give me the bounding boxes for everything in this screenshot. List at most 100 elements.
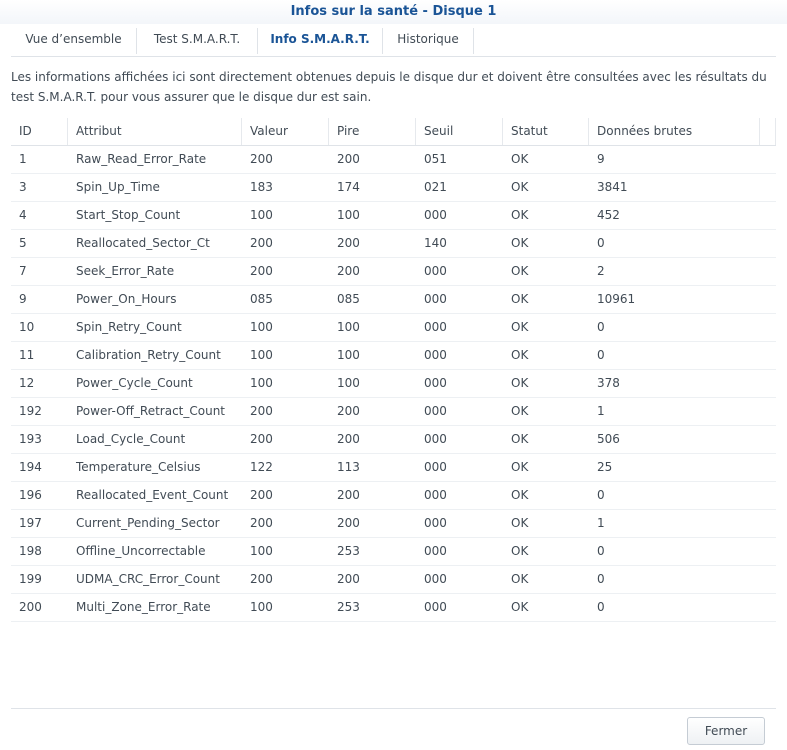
column-header-raw-data[interactable]: Données brutes <box>589 118 760 145</box>
column-header-attribute[interactable]: Attribut <box>68 118 242 145</box>
column-header-value[interactable]: Valeur <box>242 118 329 145</box>
cell-value: 100 <box>250 376 273 390</box>
cell-attribute: Power_On_Hours <box>76 292 177 306</box>
table-row[interactable]: 4 Start_Stop_Count 100 100 000 OK 452 <box>11 202 776 230</box>
description-text: Les informations affichées ici sont dire… <box>11 70 767 104</box>
cell-raw-data: 378 <box>597 376 620 390</box>
cell-attribute: UDMA_CRC_Error_Count <box>76 572 220 586</box>
table-row[interactable]: 196 Reallocated_Event_Count 200 200 000 OK 0 <box>11 482 776 510</box>
table-row[interactable]: 10 Spin_Retry_Count 100 100 000 OK 0 <box>11 314 776 342</box>
cell-value: 085 <box>250 292 273 306</box>
table-row[interactable]: 199 UDMA_CRC_Error_Count 200 200 000 OK 0 <box>11 566 776 594</box>
cell-value: 200 <box>250 404 273 418</box>
table-row[interactable]: 200 Multi_Zone_Error_Rate 100 253 000 OK 0 <box>11 594 776 622</box>
cell-threshold: 000 <box>424 208 447 222</box>
cell-attribute: Calibration_Retry_Count <box>76 348 221 362</box>
tab-overview[interactable]: Vue d’ensemble <box>11 26 136 52</box>
cell-threshold: 000 <box>424 460 447 474</box>
cell-raw-data: 9 <box>597 152 605 166</box>
cell-raw-data: 506 <box>597 432 620 446</box>
cell-value: 200 <box>250 572 273 586</box>
column-header-id[interactable]: ID <box>11 118 68 145</box>
cell-status: OK <box>511 404 529 418</box>
cell-threshold: 000 <box>424 572 447 586</box>
cell-worst: 200 <box>337 404 360 418</box>
cell-threshold: 000 <box>424 404 447 418</box>
cell-attribute: Reallocated_Sector_Ct <box>76 236 210 250</box>
cell-threshold: 140 <box>424 236 447 250</box>
table-row[interactable]: 5 Reallocated_Sector_Ct 200 200 140 OK 0 <box>11 230 776 258</box>
column-header-filler <box>760 118 776 145</box>
tab-bar: Vue d’ensemble Test S.M.A.R.T. Info S.M.… <box>11 24 776 57</box>
cell-status: OK <box>511 600 529 614</box>
cell-threshold: 000 <box>424 488 447 502</box>
cell-threshold: 051 <box>424 152 447 166</box>
cell-threshold: 000 <box>424 544 447 558</box>
cell-worst: 100 <box>337 348 360 362</box>
cell-threshold: 000 <box>424 600 447 614</box>
cell-status: OK <box>511 208 529 222</box>
cell-worst: 200 <box>337 516 360 530</box>
table-row[interactable]: 9 Power_On_Hours 085 085 000 OK 10961 <box>11 286 776 314</box>
cell-raw-data: 0 <box>597 600 605 614</box>
table-row[interactable]: 197 Current_Pending_Sector 200 200 000 OK 1 <box>11 510 776 538</box>
cell-status: OK <box>511 432 529 446</box>
table-header: ID Attribut Valeur Pire Seuil Statut Don… <box>11 118 776 146</box>
cell-status: OK <box>511 236 529 250</box>
cell-id: 11 <box>19 348 35 362</box>
cell-raw-data: 1 <box>597 516 605 530</box>
cell-status: OK <box>511 572 529 586</box>
cell-status: OK <box>511 516 529 530</box>
table-row[interactable]: 198 Offline_Uncorrectable 100 253 000 OK 0 <box>11 538 776 566</box>
smart-attributes-table: ID Attribut Valeur Pire Seuil Statut Don… <box>11 118 776 622</box>
cell-attribute: Temperature_Celsius <box>76 460 201 474</box>
cell-value: 200 <box>250 432 273 446</box>
cell-raw-data: 0 <box>597 572 605 586</box>
cell-status: OK <box>511 264 529 278</box>
table-row[interactable]: 193 Load_Cycle_Count 200 200 000 OK 506 <box>11 426 776 454</box>
cell-value: 200 <box>250 516 273 530</box>
cell-raw-data: 0 <box>597 236 605 250</box>
table-row[interactable]: 7 Seek_Error_Rate 200 200 000 OK 2 <box>11 258 776 286</box>
table-row[interactable]: 3 Spin_Up_Time 183 174 021 OK 3841 <box>11 174 776 202</box>
cell-raw-data: 25 <box>597 460 613 474</box>
cell-status: OK <box>511 152 529 166</box>
cell-value: 200 <box>250 236 273 250</box>
table-row[interactable]: 1 Raw_Read_Error_Rate 200 200 051 OK 9 <box>11 146 776 174</box>
cell-status: OK <box>511 488 529 502</box>
cell-id: 9 <box>19 292 27 306</box>
close-button[interactable]: Fermer <box>687 717 765 745</box>
cell-raw-data: 10961 <box>597 292 636 306</box>
tab-smart-test[interactable]: Test S.M.A.R.T. <box>137 26 257 52</box>
cell-id: 193 <box>19 432 42 446</box>
cell-id: 7 <box>19 264 27 278</box>
tab-history[interactable]: Historique <box>383 26 473 52</box>
table-row[interactable]: 194 Temperature_Celsius 122 113 000 OK 25 <box>11 454 776 482</box>
cell-raw-data: 0 <box>597 488 605 502</box>
health-info-window: Infos sur la santé - Disque 1 Vue d’ense… <box>0 0 787 750</box>
window-title: Infos sur la santé - Disque 1 <box>0 0 787 24</box>
cell-value: 200 <box>250 488 273 502</box>
table-row[interactable]: 12 Power_Cycle_Count 100 100 000 OK 378 <box>11 370 776 398</box>
cell-value: 183 <box>250 180 273 194</box>
cell-value: 100 <box>250 320 273 334</box>
table-row[interactable]: 11 Calibration_Retry_Count 100 100 000 OK 0 <box>11 342 776 370</box>
cell-id: 197 <box>19 516 42 530</box>
cell-attribute: Current_Pending_Sector <box>76 516 220 530</box>
cell-raw-data: 0 <box>597 320 605 334</box>
tab-smart-info[interactable]: Info S.M.A.R.T. <box>258 26 382 52</box>
cell-worst: 200 <box>337 152 360 166</box>
table-row[interactable]: 192 Power-Off_Retract_Count 200 200 000 OK 1 <box>11 398 776 426</box>
cell-value: 200 <box>250 264 273 278</box>
cell-id: 12 <box>19 376 35 390</box>
table-body: 1 Raw_Read_Error_Rate 200 200 051 OK 9 3 Spin_Up… <box>11 146 776 622</box>
column-header-worst[interactable]: Pire <box>329 118 416 145</box>
cell-id: 199 <box>19 572 42 586</box>
cell-status: OK <box>511 320 529 334</box>
cell-raw-data: 2 <box>597 264 605 278</box>
column-header-status[interactable]: Statut <box>503 118 589 145</box>
cell-threshold: 021 <box>424 180 447 194</box>
cell-id: 3 <box>19 180 27 194</box>
cell-id: 4 <box>19 208 27 222</box>
column-header-threshold[interactable]: Seuil <box>416 118 503 145</box>
